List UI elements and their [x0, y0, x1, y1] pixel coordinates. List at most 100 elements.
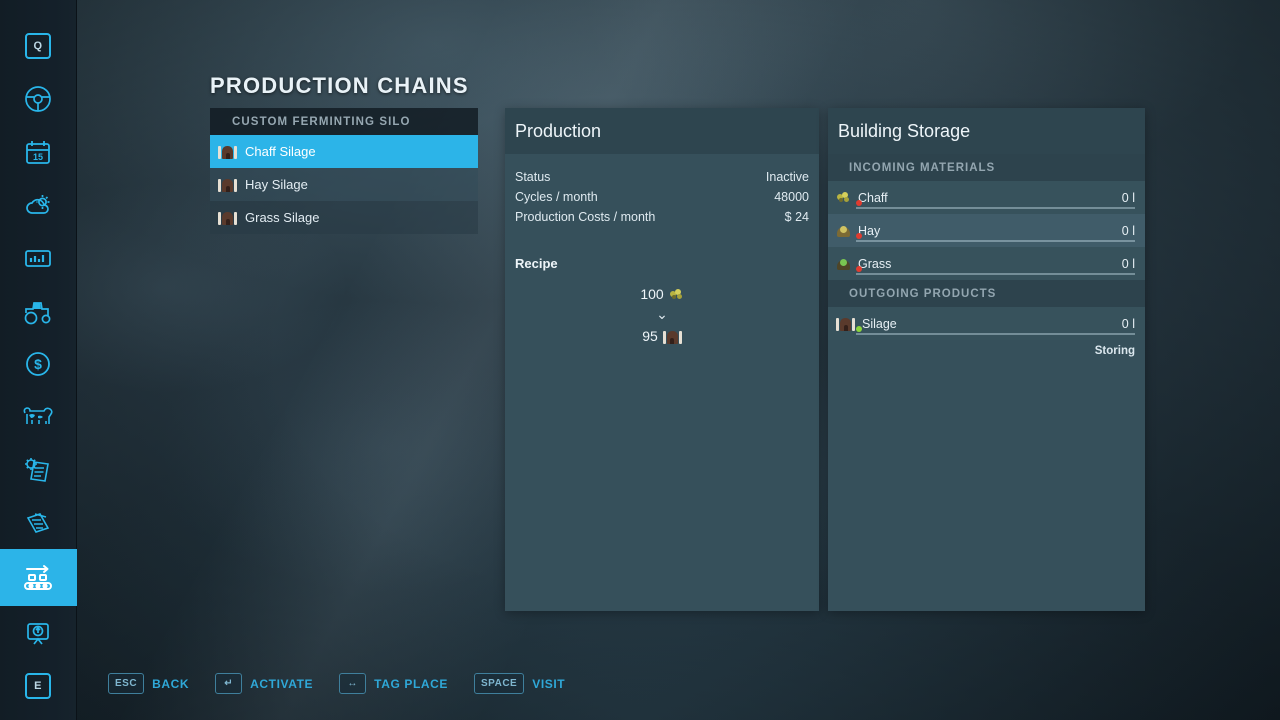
sidebar-item-documents[interactable] [0, 496, 77, 549]
chaff-icon [669, 288, 684, 301]
sidebar-item-map-overview[interactable] [0, 606, 77, 659]
stat-label: Status [515, 170, 551, 184]
storage-item-name: Hay [858, 223, 881, 238]
sidebar-item-help-key[interactable]: Q [0, 19, 77, 72]
storage-item-amount: 0 l [1121, 316, 1135, 331]
key-left-right: ↔ [339, 673, 367, 694]
sidebar-item-statistics[interactable] [0, 231, 77, 284]
sidebar-item-weather[interactable] [0, 178, 77, 231]
list-item-label: Chaff Silage [245, 144, 316, 159]
silo-icon [662, 329, 682, 344]
help-item-back[interactable]: ESC BACK [108, 673, 189, 694]
building-storage-panel: Building Storage INCOMING MATERIALS Chaf… [828, 108, 1145, 611]
q-key-icon: Q [25, 32, 51, 59]
recipe-body: 100 ⌄ 95 [505, 284, 819, 346]
stat-label: Cycles / month [515, 190, 598, 204]
conveyor-belt-icon [24, 564, 52, 590]
sidebar-item-finances[interactable]: $ [0, 337, 77, 390]
fill-track [856, 326, 1135, 335]
fill-track [856, 233, 1135, 242]
dollar-coin-icon: $ [26, 351, 50, 376]
silo-icon [218, 144, 237, 159]
outgoing-products-header: OUTGOING PRODUCTS [828, 280, 1145, 307]
status-dot [856, 266, 862, 272]
steering-wheel-icon [25, 85, 51, 112]
fill-track [856, 266, 1135, 275]
sidebar-item-contracts[interactable] [0, 443, 77, 496]
sidebar-rail: Q 15 $ E [0, 0, 77, 720]
stat-row-cycles: Cycles / month 48000 [505, 187, 819, 207]
list-item-label: Grass Silage [245, 210, 320, 225]
silo-icon [218, 177, 237, 192]
sidebar-item-vehicles[interactable] [0, 284, 77, 337]
sidebar-item-production-chains[interactable] [0, 549, 77, 606]
page-title: PRODUCTION CHAINS [210, 73, 469, 98]
silo-icon [218, 210, 237, 225]
storage-status-note: Storing [1094, 345, 1135, 357]
storage-item-name: Silage [862, 316, 897, 331]
help-item-visit[interactable]: SPACE VISIT [474, 673, 565, 694]
recipe-input-amount: 100 [640, 286, 664, 302]
help-item-tag-place[interactable]: ↔ TAG PLACE [339, 673, 448, 694]
storage-row-silage[interactable]: Silage 0 l [828, 307, 1145, 340]
cow-icon [23, 406, 53, 424]
storage-item-name: Chaff [858, 190, 888, 205]
svg-text:15: 15 [33, 152, 43, 162]
chevron-down-icon: ⌄ [656, 306, 668, 322]
stat-label: Production Costs / month [515, 210, 656, 224]
status-dot [856, 233, 862, 239]
e-key-icon: E [25, 672, 51, 699]
list-item-grass-silage[interactable]: Grass Silage [210, 201, 478, 234]
chart-icon [25, 249, 51, 267]
grass-icon [836, 257, 851, 270]
sidebar-item-vehicle-steering[interactable] [0, 72, 77, 125]
recipe-input: 100 [505, 284, 819, 304]
storage-item-name: Grass [858, 256, 892, 271]
tractor-icon [24, 301, 51, 324]
stat-value: $ 24 [784, 210, 809, 224]
recipe-output: 95 [505, 326, 819, 346]
list-item-hay-silage[interactable]: Hay Silage [210, 168, 478, 201]
incoming-materials-header: INCOMING MATERIALS [828, 154, 1145, 181]
key-esc: ESC [108, 673, 145, 694]
storage-item-amount: 0 l [1121, 190, 1135, 205]
chaff-icon [836, 191, 851, 204]
storage-item-amount: 0 l [1121, 256, 1135, 271]
status-dot [856, 326, 862, 332]
help-label: TAG PLACE [374, 676, 449, 691]
storage-item-amount: 0 l [1121, 223, 1135, 238]
storage-row-grass[interactable]: Grass 0 l [828, 247, 1145, 280]
key-space: SPACE [474, 673, 525, 694]
list-item-label: Hay Silage [245, 177, 308, 192]
weather-icon [26, 194, 50, 214]
storage-row-chaff[interactable]: Chaff 0 l [828, 181, 1145, 214]
help-item-activate[interactable]: ↵ ACTIVATE [215, 673, 313, 694]
map-screen-icon [27, 622, 49, 645]
list-item-chaff-silage[interactable]: Chaff Silage [210, 135, 478, 168]
sidebar-item-calendar[interactable]: 15 [0, 125, 77, 178]
help-label: ACTIVATE [250, 676, 314, 691]
storage-panel-title: Building Storage [828, 108, 1145, 154]
recipe-output-amount: 95 [642, 328, 658, 344]
stat-row-costs: Production Costs / month $ 24 [505, 207, 819, 227]
production-list: CUSTOM FERMINTING SILO Chaff Silage Hay … [210, 108, 478, 234]
production-stats: Status Inactive Cycles / month 48000 Pro… [505, 167, 819, 227]
production-panel-title: Production [505, 108, 819, 154]
production-panel: Production Status Inactive Cycles / mont… [505, 108, 819, 611]
documents-icon [26, 512, 50, 533]
stat-row-status: Status Inactive [505, 167, 819, 187]
stat-value: Inactive [765, 170, 809, 184]
production-list-header: CUSTOM FERMINTING SILO [210, 108, 478, 135]
gear-document-icon [25, 457, 49, 482]
key-enter: ↵ [215, 673, 243, 694]
help-label: VISIT [532, 676, 566, 691]
storage-row-hay[interactable]: Hay 0 l [828, 214, 1145, 247]
help-bar: ESC BACK ↵ ACTIVATE ↔ TAG PLACE SPACE VI… [108, 673, 565, 694]
sidebar-item-animals[interactable] [0, 390, 77, 443]
fill-track [856, 200, 1135, 209]
help-label: BACK [152, 676, 190, 691]
calendar-icon: 15 [26, 140, 50, 164]
svg-text:$: $ [34, 356, 42, 372]
recipe-title: Recipe [515, 256, 558, 271]
sidebar-item-extra-key[interactable]: E [0, 659, 77, 712]
